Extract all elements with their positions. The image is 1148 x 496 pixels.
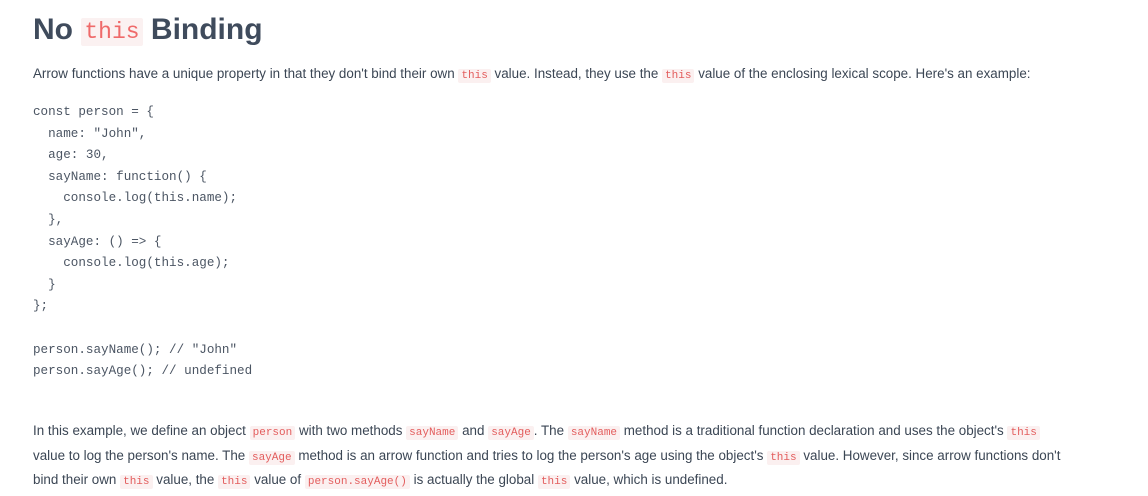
- code-line: age: 30,: [33, 148, 109, 163]
- inline-code: sayName: [567, 426, 621, 440]
- text: In this example, we define an object: [33, 423, 246, 438]
- inline-code: sayName: [406, 426, 459, 440]
- explanation-paragraph: In this example, we define an object per…: [33, 420, 1060, 494]
- inline-code: this: [1007, 426, 1040, 440]
- inline-code: this: [120, 475, 153, 490]
- article: No this Binding Arrow functions have a u…: [33, 0, 1143, 490]
- inline-code: person: [249, 426, 296, 440]
- code-line: name: "John",: [33, 126, 147, 141]
- text: is actually the global: [413, 472, 535, 488]
- text: value of the enclosing lexical scope. He…: [698, 66, 1031, 81]
- code-line: person.sayAge(); // undefined: [33, 364, 253, 379]
- text: and: [462, 423, 485, 438]
- text: value of: [254, 472, 302, 488]
- code-line: console.log(this.age);: [33, 256, 230, 271]
- section-heading: No this Binding: [33, 0, 1143, 54]
- text: value. Instead, they use the: [494, 66, 659, 81]
- code-block: const person = { name: "John", age: 30, …: [33, 102, 252, 383]
- paragraph-line: In this example, we define an object per…: [33, 420, 1060, 445]
- intro-paragraph: Arrow functions have a unique property i…: [33, 63, 1031, 88]
- inline-code: person.sayAge(): [304, 475, 410, 490]
- code-line: const person = {: [33, 105, 154, 119]
- text: with two methods: [298, 423, 403, 438]
- code-line: sayName: function() {: [33, 169, 207, 184]
- text: method is a traditional function declara…: [623, 423, 1004, 438]
- heading-suffix: Binding: [150, 13, 263, 46]
- paragraph-line: value to log the person's name. The sayA…: [33, 445, 1060, 470]
- paragraph-line: bind their own this value, the this valu…: [33, 469, 1060, 494]
- code-line: console.log(this.name);: [33, 191, 238, 206]
- code-line: }: [33, 277, 56, 292]
- text: value to log the person's name. The: [33, 447, 246, 463]
- code-line: },: [33, 212, 64, 227]
- code-line: };: [33, 299, 49, 314]
- text: value, the: [156, 472, 215, 488]
- text: value. However, since arrow functions do…: [803, 447, 1061, 463]
- code-line: sayAge: () => {: [33, 234, 162, 249]
- heading-prefix: No: [33, 13, 73, 46]
- inline-code: this: [537, 475, 571, 490]
- text: method is an arrow function and tries to…: [298, 447, 764, 463]
- text: value, which is undefined.: [574, 472, 728, 488]
- inline-code: this: [458, 69, 491, 83]
- heading-inline-code: this: [81, 18, 143, 46]
- inline-code: this: [218, 475, 251, 490]
- text: Arrow functions have a unique property i…: [33, 66, 455, 81]
- inline-code: sayAge: [248, 450, 295, 465]
- inline-code: sayAge: [488, 426, 534, 440]
- inline-code: this: [767, 450, 800, 465]
- text: . The: [533, 423, 565, 438]
- code-line: person.sayName(); // "John": [33, 342, 238, 357]
- text: bind their own: [33, 472, 117, 488]
- inline-code: this: [662, 69, 695, 83]
